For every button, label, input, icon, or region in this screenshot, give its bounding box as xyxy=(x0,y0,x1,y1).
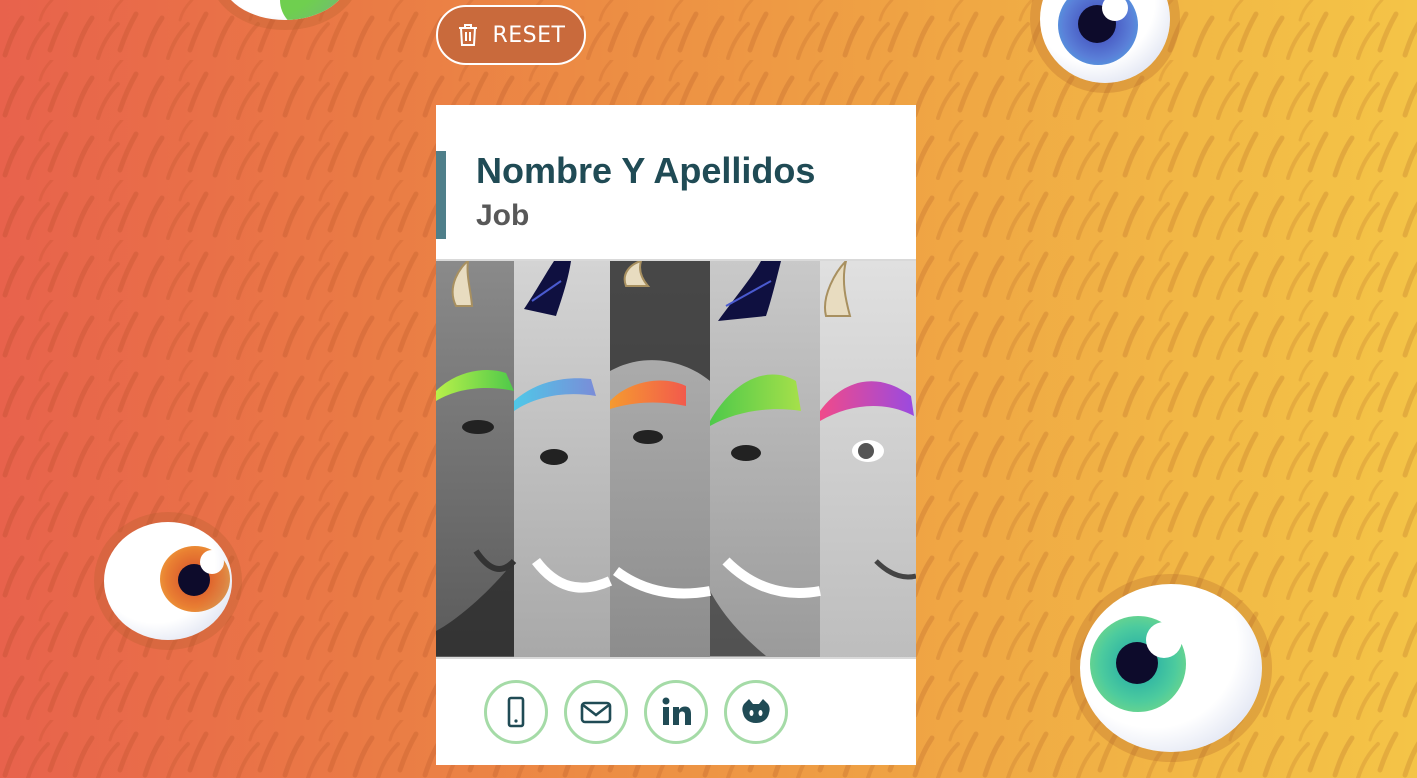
reset-button[interactable]: RESET xyxy=(436,5,586,65)
eye-top-left xyxy=(220,0,350,20)
card-accent-bar xyxy=(436,151,446,239)
github-icon xyxy=(742,699,770,723)
phone-icon xyxy=(507,696,525,728)
eye-bottom-left xyxy=(104,522,232,640)
card-job: Job xyxy=(476,199,530,232)
linkedin-link[interactable] xyxy=(644,680,708,744)
card-name: Nombre Y Apellidos xyxy=(476,150,816,191)
linkedin-icon xyxy=(662,697,691,725)
card-photo xyxy=(436,259,916,659)
phone-link[interactable] xyxy=(484,680,548,744)
email-icon xyxy=(580,701,612,724)
card-header: Nombre Y Apellidos Job xyxy=(436,151,916,239)
card-preview: Nombre Y Apellidos Job xyxy=(436,105,916,765)
trash-icon xyxy=(458,24,477,46)
eye-bottom-right xyxy=(1080,584,1262,752)
email-link[interactable] xyxy=(564,680,628,744)
github-link[interactable] xyxy=(724,680,788,744)
reset-label: RESET xyxy=(492,22,566,48)
eye-top-right xyxy=(1040,0,1170,83)
social-links xyxy=(484,680,788,744)
